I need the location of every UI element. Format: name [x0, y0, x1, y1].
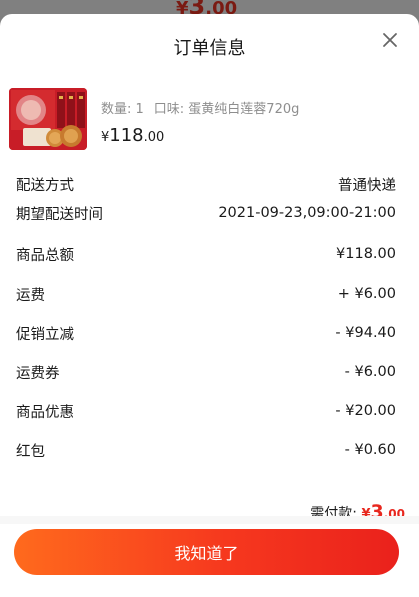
detail-value: - ¥94.40: [335, 325, 396, 341]
detail-label: 配送方式: [16, 177, 74, 194]
section-divider: [0, 516, 419, 524]
product-price-decimal: .00: [143, 130, 165, 145]
detail-value: - ¥0.60: [344, 442, 396, 458]
detail-row-shipping-coupon: 运费券 - ¥6.00: [16, 361, 396, 383]
detail-row-goods-total: 商品总额 ¥118.00: [16, 243, 396, 265]
detail-label: 运费券: [16, 365, 60, 382]
detail-label: 运费: [16, 287, 45, 304]
detail-row-product-discount: 商品优惠 - ¥20.00: [16, 400, 396, 422]
detail-row-delivery-method: 配送方式 普通快递: [16, 173, 396, 195]
mooncake-gift-box-image: [9, 88, 87, 150]
detail-row-shipping-fee: 运费 + ¥6.00: [16, 283, 396, 305]
detail-value: ¥118.00: [336, 246, 396, 262]
detail-label: 红包: [16, 443, 45, 460]
product-quantity: 数量: 1: [101, 102, 144, 117]
product-flavor: 口味: 蛋黄纯白莲蓉720g: [153, 102, 300, 117]
detail-value: 2021-09-23,09:00-21:00: [218, 205, 396, 221]
detail-row-red-packet: 红包 - ¥0.60: [16, 439, 396, 461]
detail-row-expected-delivery-time: 期望配送时间 2021-09-23,09:00-21:00: [16, 202, 396, 224]
detail-value: - ¥20.00: [335, 403, 396, 419]
product-spec: 数量: 1 口味: 蛋黄纯白莲蓉720g: [101, 98, 309, 117]
detail-label: 商品总额: [16, 247, 74, 264]
detail-value: - ¥6.00: [344, 364, 396, 380]
detail-value: + ¥6.00: [337, 286, 396, 302]
detail-label: 期望配送时间: [16, 206, 103, 223]
order-info-sheet: 订单信息 数量: 1 口味: 蛋黄纯白莲蓉720g ¥118.00 配送方式 普…: [0, 14, 419, 597]
close-button[interactable]: [378, 28, 402, 52]
sheet-title: 订单信息: [173, 38, 246, 59]
got-it-button[interactable]: 我知道了: [14, 529, 399, 575]
product-price: ¥118.00: [101, 125, 164, 146]
close-icon: [383, 33, 397, 47]
detail-value: 普通快递: [338, 177, 396, 194]
detail-label: 商品优惠: [16, 404, 74, 421]
detail-label: 促销立减: [16, 326, 74, 343]
detail-row-promotion-discount: 促销立减 - ¥94.40: [16, 322, 396, 344]
product-price-integer: 118: [109, 125, 144, 146]
